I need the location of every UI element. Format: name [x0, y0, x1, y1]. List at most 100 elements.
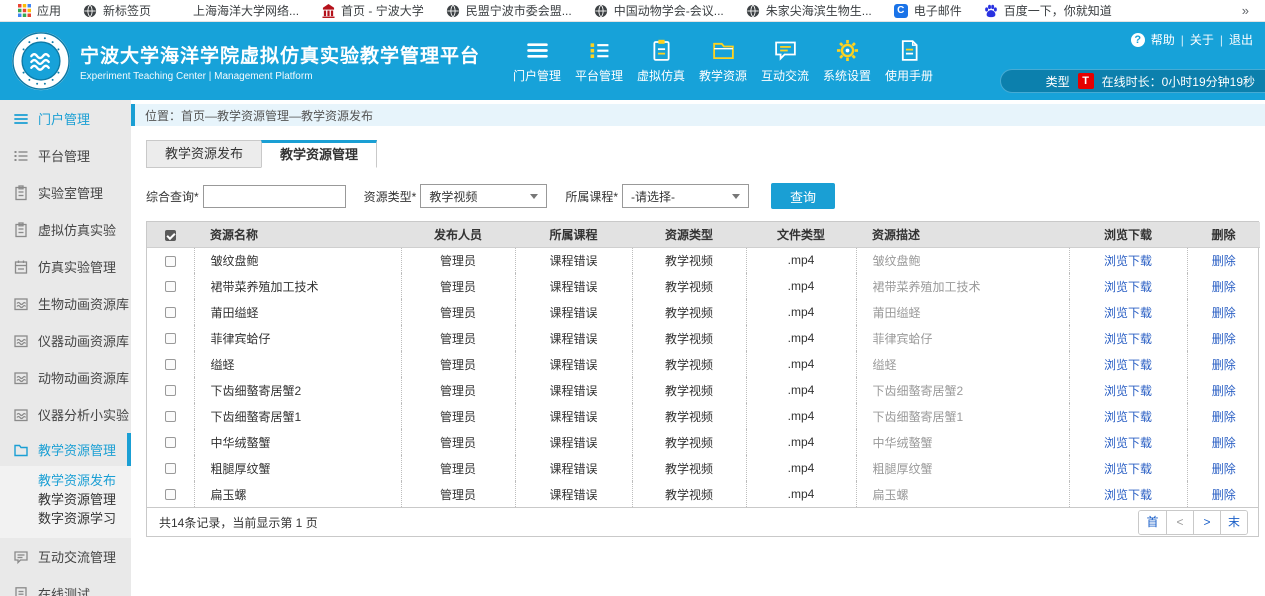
- nav-virtual-sim[interactable]: 虚拟仿真: [630, 38, 692, 84]
- course: 课程错误: [515, 455, 632, 481]
- sidebar-item-lab-management[interactable]: 实验室管理: [0, 174, 131, 211]
- browse-download-link[interactable]: 浏览下载: [1104, 384, 1152, 398]
- sidebar-item-bio-animation-library[interactable]: 生物动画资源库: [0, 285, 131, 322]
- browse-download-link[interactable]: 浏览下载: [1104, 410, 1152, 424]
- page-prev-button[interactable]: <: [1166, 511, 1193, 534]
- select-all-checkbox[interactable]: [165, 230, 176, 241]
- bookmark-zhujiajian[interactable]: 朱家尖海滨生物生...: [735, 0, 883, 22]
- browse-download-link[interactable]: 浏览下载: [1104, 436, 1152, 450]
- row-checkbox[interactable]: [165, 307, 176, 318]
- delete-link[interactable]: 删除: [1212, 384, 1236, 398]
- tab-resource-publish[interactable]: 教学资源发布: [146, 140, 262, 168]
- browse-download-link[interactable]: 浏览下载: [1104, 488, 1152, 502]
- row-checkbox[interactable]: [165, 281, 176, 292]
- bookmark-baidu[interactable]: 百度一下，你就知道: [973, 0, 1123, 22]
- gear-icon: [835, 38, 860, 63]
- sidebar-item-animal-animation-library[interactable]: 动物动画资源库: [0, 359, 131, 396]
- resource-name: 缢蛏: [194, 351, 401, 377]
- resource-name: 下齿细螯寄居蟹1: [194, 403, 401, 429]
- help-link[interactable]: 帮助: [1151, 31, 1175, 48]
- apps-grid-icon: [17, 4, 31, 18]
- course-select[interactable]: -请选择-: [622, 184, 749, 208]
- row-checkbox[interactable]: [165, 333, 176, 344]
- sidebar-item-platform[interactable]: 平台管理: [0, 137, 131, 174]
- resource-description: 下齿细螯寄居蟹1: [856, 403, 1069, 429]
- resource-type-select[interactable]: 教学视频: [420, 184, 547, 208]
- page-last-button[interactable]: 末: [1220, 511, 1247, 534]
- delete-link[interactable]: 删除: [1212, 358, 1236, 372]
- page-first-button[interactable]: 首: [1139, 511, 1166, 534]
- about-link[interactable]: 关于: [1190, 31, 1214, 48]
- resource-name: 菲律宾蛤仔: [194, 325, 401, 351]
- sidebar-item-interaction-management[interactable]: 互动交流管理: [0, 538, 131, 575]
- browse-download-link[interactable]: 浏览下载: [1104, 254, 1152, 268]
- file-type: .mp4: [746, 429, 856, 455]
- delete-link[interactable]: 删除: [1212, 332, 1236, 346]
- browse-download-link[interactable]: 浏览下载: [1104, 280, 1152, 294]
- image-icon: [13, 407, 29, 423]
- delete-link[interactable]: 删除: [1212, 306, 1236, 320]
- sidebar-item-online-test[interactable]: 在线测试: [0, 575, 131, 596]
- sidebar-item-teaching-resource-management[interactable]: 教学资源管理: [0, 433, 131, 466]
- sidebar-item-virtual-sim-experiment[interactable]: 虚拟仿真实验: [0, 211, 131, 248]
- resource-type-label: 资源类型*: [364, 188, 417, 205]
- row-checkbox[interactable]: [165, 359, 176, 370]
- bookmark-ningbo-university[interactable]: 首页 - 宁波大学: [310, 0, 435, 22]
- chat-icon: [13, 549, 29, 565]
- browse-download-link[interactable]: 浏览下载: [1104, 306, 1152, 320]
- bookmark-label: 朱家尖海滨生物生...: [766, 2, 872, 19]
- nav-portal[interactable]: 门户管理: [506, 38, 568, 84]
- submenu-item-digital-resource-learning[interactable]: 数字资源学习: [0, 509, 131, 528]
- record-count: 共14条记录，当前显示第 1 页: [159, 514, 318, 531]
- nav-teaching-resource[interactable]: 教学资源: [692, 38, 754, 84]
- tab-resource-management[interactable]: 教学资源管理: [261, 140, 377, 168]
- bookmark-apps[interactable]: 应用: [6, 0, 72, 22]
- bookmark-minmeng[interactable]: 民盟宁波市委会盟...: [435, 0, 583, 22]
- row-checkbox[interactable]: [165, 463, 176, 474]
- page-next-button[interactable]: >: [1193, 511, 1220, 534]
- row-checkbox[interactable]: [165, 256, 176, 267]
- resource-name: 中华绒螯蟹: [194, 429, 401, 455]
- table-row: 下齿细螯寄居蟹2 管理员 课程错误 教学视频 .mp4 下齿细螯寄居蟹2 浏览下…: [147, 377, 1260, 403]
- delete-link[interactable]: 删除: [1212, 410, 1236, 424]
- delete-link[interactable]: 删除: [1212, 280, 1236, 294]
- publisher: 管理员: [401, 247, 515, 273]
- nav-system-settings[interactable]: 系统设置: [816, 38, 878, 84]
- bookmark-email[interactable]: C 电子邮件: [883, 0, 973, 22]
- course: 课程错误: [515, 247, 632, 273]
- user-type-badge: T: [1078, 73, 1094, 89]
- row-checkbox[interactable]: [165, 385, 176, 396]
- browse-download-link[interactable]: 浏览下载: [1104, 462, 1152, 476]
- browse-download-link[interactable]: 浏览下载: [1104, 332, 1152, 346]
- bookmark-label: 上海海洋大学网络...: [193, 2, 299, 19]
- nav-manual[interactable]: 使用手册: [878, 38, 940, 84]
- row-checkbox[interactable]: [165, 411, 176, 422]
- resource-name: 下齿细螯寄居蟹2: [194, 377, 401, 403]
- nav-interaction[interactable]: 互动交流: [754, 38, 816, 84]
- query-input[interactable]: [203, 185, 346, 208]
- search-button[interactable]: 查询: [771, 183, 835, 209]
- bookmarks-overflow-chevron[interactable]: »: [1232, 3, 1259, 18]
- publisher: 管理员: [401, 273, 515, 299]
- sidebar-item-instrument-animation-library[interactable]: 仪器动画资源库: [0, 322, 131, 359]
- col-header-course: 所属课程: [515, 222, 632, 247]
- bookmark-new-tab[interactable]: 新标签页: [72, 0, 162, 22]
- submenu-item-resource-publish[interactable]: 教学资源发布: [0, 471, 131, 490]
- browse-download-link[interactable]: 浏览下载: [1104, 358, 1152, 372]
- sidebar-item-instrument-analysis[interactable]: 仪器分析小实验: [0, 396, 131, 433]
- delete-link[interactable]: 删除: [1212, 436, 1236, 450]
- bookmark-shou[interactable]: 上海海洋大学网络...: [162, 0, 310, 22]
- row-checkbox[interactable]: [165, 437, 176, 448]
- header-links: ? 帮助 | 关于 | 退出: [1131, 31, 1253, 48]
- delete-link[interactable]: 删除: [1212, 254, 1236, 268]
- nav-platform[interactable]: 平台管理: [568, 38, 630, 84]
- logout-link[interactable]: 退出: [1229, 31, 1253, 48]
- bookmark-label: 电子邮件: [914, 2, 962, 19]
- sidebar-item-portal[interactable]: 门户管理: [0, 100, 131, 137]
- bookmark-zoology-society[interactable]: 中国动物学会-会议...: [583, 0, 735, 22]
- sidebar-item-sim-experiment-management[interactable]: 仿真实验管理: [0, 248, 131, 285]
- delete-link[interactable]: 删除: [1212, 488, 1236, 502]
- delete-link[interactable]: 删除: [1212, 462, 1236, 476]
- submenu-item-resource-management[interactable]: 教学资源管理: [0, 490, 131, 509]
- row-checkbox[interactable]: [165, 489, 176, 500]
